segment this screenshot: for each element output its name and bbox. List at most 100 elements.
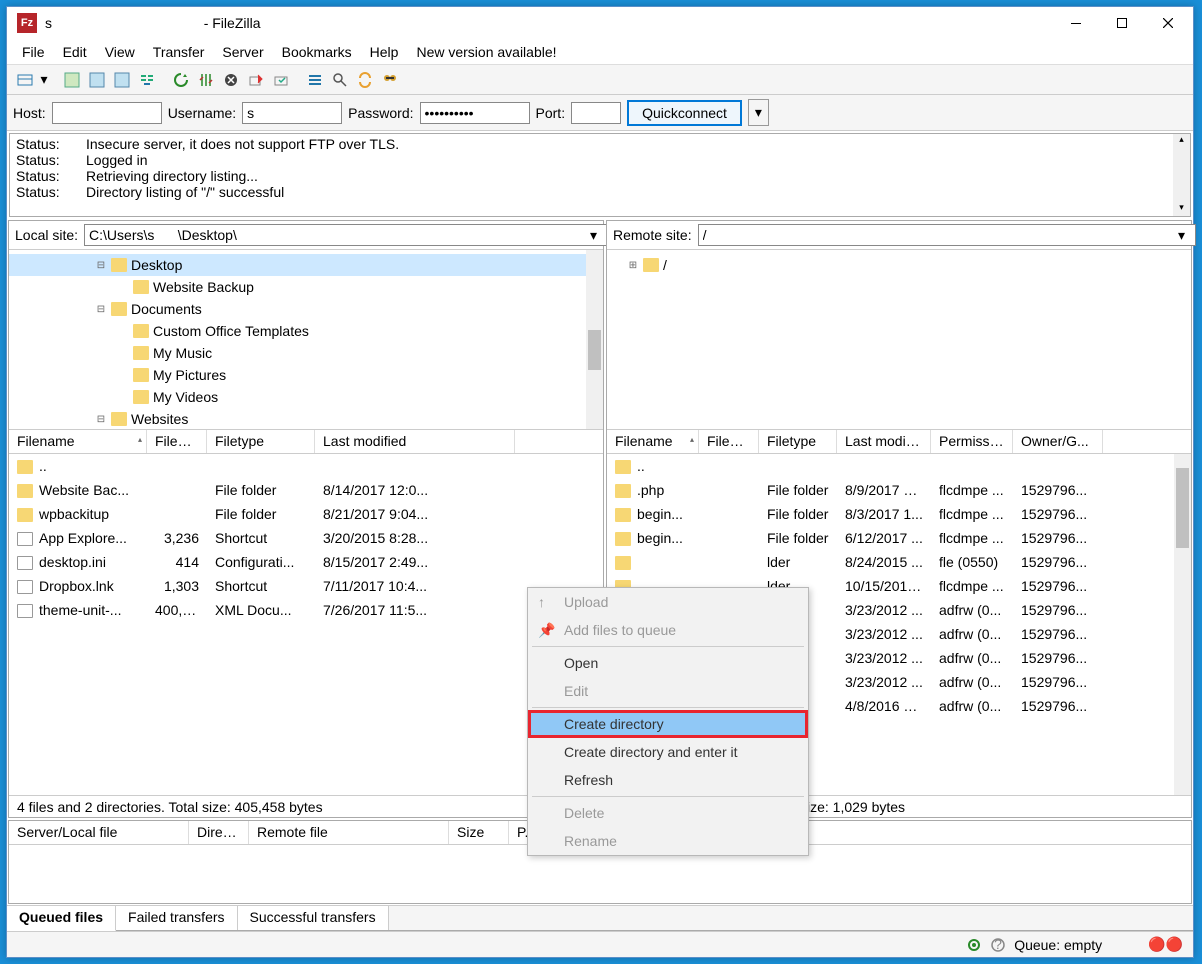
maximize-button[interactable]	[1099, 8, 1145, 38]
context-menu-item[interactable]: Create directory and enter it	[528, 738, 808, 766]
tab-queued-files[interactable]: Queued files	[7, 906, 116, 931]
menu-file[interactable]: File	[13, 42, 54, 62]
column-header[interactable]: Size	[449, 821, 509, 844]
list-row[interactable]: Dropbox.lnk1,303Shortcut7/11/2017 10:4..…	[9, 574, 603, 598]
reconnect-icon[interactable]	[269, 68, 293, 92]
column-header[interactable]: Owner/G...	[1013, 430, 1103, 453]
context-menu-item[interactable]: Refresh	[528, 766, 808, 794]
minimize-button[interactable]	[1053, 8, 1099, 38]
column-header[interactable]: Server/Local file	[9, 821, 189, 844]
toggle-log-icon[interactable]	[60, 68, 84, 92]
menu-edit[interactable]: Edit	[54, 42, 96, 62]
local-list[interactable]: ..Website Bac...File folder8/14/2017 12:…	[9, 454, 603, 795]
menu-help[interactable]: Help	[361, 42, 408, 62]
site-manager-icon[interactable]	[13, 68, 37, 92]
refresh-icon[interactable]	[169, 68, 193, 92]
list-row[interactable]: .phpFile folder8/9/2017 6:...flcdmpe ...…	[607, 478, 1191, 502]
list-row[interactable]: theme-unit-...400,505XML Docu...7/26/201…	[9, 598, 603, 622]
folder-icon	[615, 484, 631, 498]
local-tree[interactable]: ⊟DesktopWebsite Backup⊟DocumentsCustom O…	[9, 250, 603, 430]
column-header[interactable]: Filetype	[207, 430, 315, 453]
list-row[interactable]: begin...File folder8/3/2017 1...flcdmpe …	[607, 502, 1191, 526]
local-path-dropdown-icon[interactable]: ▾	[590, 227, 597, 244]
list-cell: 3/20/2015 8:28...	[315, 528, 515, 548]
menu-transfer[interactable]: Transfer	[144, 42, 214, 62]
column-header[interactable]: Last modified	[315, 430, 515, 453]
tree-node[interactable]: My Pictures	[9, 364, 603, 386]
port-input[interactable]	[571, 102, 621, 124]
toggle-queue-icon[interactable]	[135, 68, 159, 92]
column-header[interactable]: Filename▴	[607, 430, 699, 453]
context-menu-item[interactable]: Open	[528, 649, 808, 677]
log-label: Status:	[16, 136, 86, 152]
list-cell: 3/23/2012 ...	[837, 600, 931, 620]
expand-icon[interactable]: ⊟	[95, 414, 107, 425]
list-cell: wpbackitup	[9, 504, 147, 524]
list-row[interactable]: begin...File folder6/12/2017 ...flcdmpe …	[607, 526, 1191, 550]
menu-bookmarks[interactable]: Bookmarks	[273, 42, 361, 62]
list-row[interactable]: ..	[607, 454, 1191, 478]
tree-node[interactable]: Custom Office Templates	[9, 320, 603, 342]
password-input[interactable]	[420, 102, 530, 124]
tree-node[interactable]: ⊟Websites	[9, 408, 603, 430]
column-header[interactable]: Direc...	[189, 821, 249, 844]
local-path-input[interactable]	[84, 224, 608, 246]
list-row[interactable]: desktop.ini414Configurati...8/15/2017 2:…	[9, 550, 603, 574]
tree-node[interactable]: ⊟Desktop	[9, 254, 603, 276]
dropdown-icon[interactable]: ▾	[38, 68, 50, 92]
cancel-icon[interactable]	[219, 68, 243, 92]
process-queue-icon[interactable]	[194, 68, 218, 92]
menu-new-version[interactable]: New version available!	[407, 42, 565, 62]
context-menu-item[interactable]: Create directory	[528, 710, 808, 738]
list-cell: 8/15/2017 2:49...	[315, 552, 515, 572]
expand-icon[interactable]: ⊟	[95, 260, 107, 271]
remote-path-dropdown-icon[interactable]: ▾	[1178, 227, 1185, 244]
expand-icon[interactable]: ⊞	[627, 260, 639, 271]
tab-failed-transfers[interactable]: Failed transfers	[116, 906, 237, 930]
remote-list-scrollbar[interactable]	[1174, 454, 1191, 795]
folder-icon	[615, 508, 631, 522]
tree-node[interactable]: ⊞/	[607, 254, 1191, 276]
column-header[interactable]: Permissi...	[931, 430, 1013, 453]
sync-icon[interactable]	[353, 68, 377, 92]
expand-icon[interactable]: ⊟	[95, 304, 107, 315]
close-button[interactable]	[1145, 8, 1191, 38]
tree-node[interactable]: ⊟Documents	[9, 298, 603, 320]
tab-successful-transfers[interactable]: Successful transfers	[238, 906, 389, 930]
toolbar: ▾	[7, 65, 1193, 95]
quickconnect-dropdown[interactable]: ▾	[748, 99, 769, 126]
log-scrollbar[interactable]: ▴▾	[1173, 134, 1190, 216]
search-icon[interactable]	[378, 68, 402, 92]
toggle-local-tree-icon[interactable]	[85, 68, 109, 92]
settings-icon[interactable]	[966, 937, 982, 953]
local-tree-scrollbar[interactable]	[586, 250, 603, 429]
filter-icon[interactable]	[303, 68, 327, 92]
column-header[interactable]: Remote file	[249, 821, 449, 844]
menu-server[interactable]: Server	[213, 42, 272, 62]
quickconnect-button[interactable]: Quickconnect	[627, 100, 742, 126]
tree-node[interactable]: My Videos	[9, 386, 603, 408]
username-input[interactable]	[242, 102, 342, 124]
list-row[interactable]: Website Bac...File folder8/14/2017 12:0.…	[9, 478, 603, 502]
menu-view[interactable]: View	[96, 42, 144, 62]
column-header[interactable]: Filename▴	[9, 430, 147, 453]
list-row[interactable]: wpbackitupFile folder8/21/2017 9:04...	[9, 502, 603, 526]
column-header[interactable]: Last modifi...	[837, 430, 931, 453]
compare-icon[interactable]	[328, 68, 352, 92]
column-header[interactable]: Filesize	[699, 430, 759, 453]
remote-path-input[interactable]	[698, 224, 1196, 246]
tree-node[interactable]: Website Backup	[9, 276, 603, 298]
column-header[interactable]: Filetype	[759, 430, 837, 453]
local-site-label: Local site:	[15, 227, 78, 243]
toggle-remote-tree-icon[interactable]	[110, 68, 134, 92]
password-label: Password:	[348, 105, 413, 121]
help-icon[interactable]: ?	[990, 937, 1006, 953]
remote-tree[interactable]: ⊞/	[607, 250, 1191, 430]
disconnect-icon[interactable]	[244, 68, 268, 92]
list-row[interactable]: App Explore...3,236Shortcut3/20/2015 8:2…	[9, 526, 603, 550]
host-input[interactable]	[52, 102, 162, 124]
list-row[interactable]: ..	[9, 454, 603, 478]
column-header[interactable]: Filesize	[147, 430, 207, 453]
tree-node[interactable]: My Music	[9, 342, 603, 364]
list-row[interactable]: lder8/24/2015 ...fle (0550)1529796...	[607, 550, 1191, 574]
